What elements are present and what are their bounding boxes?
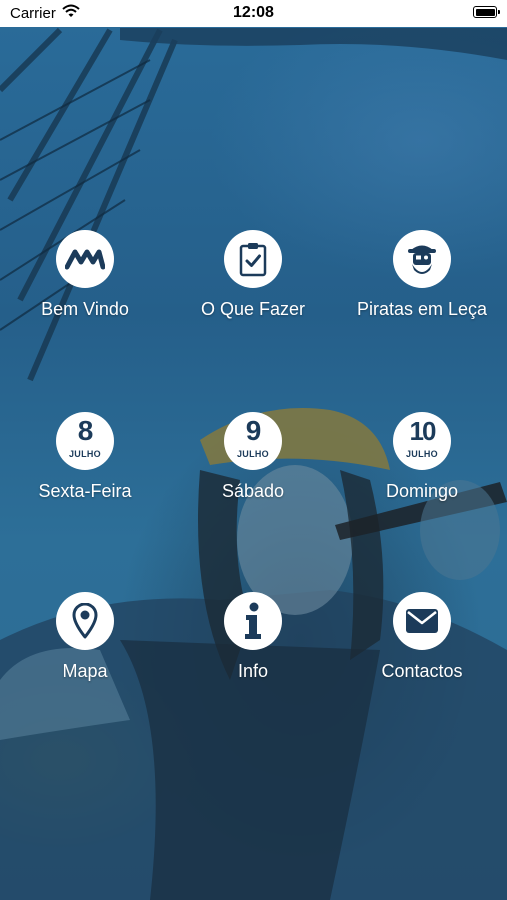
menu-domingo[interactable]: 10 JULHO Domingo — [342, 412, 502, 502]
envelope-icon — [393, 592, 451, 650]
clipboard-check-icon — [224, 230, 282, 288]
menu-contactos[interactable]: Contactos — [342, 592, 502, 682]
day-number: 10 — [409, 416, 437, 446]
clock: 12:08 — [233, 4, 274, 21]
month-label: JULHO — [68, 449, 101, 459]
info-icon — [224, 592, 282, 650]
menu-piratas-em-leca[interactable]: Piratas em Leça — [342, 230, 502, 320]
menu-label: O Que Fazer — [200, 299, 306, 319]
menu-mapa[interactable]: Mapa — [5, 592, 165, 682]
menu-label: Contactos — [381, 661, 463, 681]
menu-sabado[interactable]: 9 JULHO Sábado — [173, 412, 333, 502]
day-number: 9 — [245, 415, 262, 446]
day-number: 8 — [77, 415, 94, 446]
status-bar: Carrier 12:08 — [0, 0, 507, 27]
menu-label: Piratas em Leça — [356, 299, 488, 319]
menu-sexta-feira[interactable]: 8 JULHO Sexta-Feira — [5, 412, 165, 502]
home-screen: Carrier 12:08 Bem Vindo O Que Fazer Pira… — [0, 0, 507, 900]
calendar-day-icon: 9 JULHO — [224, 412, 282, 470]
menu-info[interactable]: Info — [173, 592, 333, 682]
menu-bem-vindo[interactable]: Bem Vindo — [5, 230, 165, 320]
calendar-day-icon: 8 JULHO — [56, 412, 114, 470]
calendar-day-icon: 10 JULHO — [393, 412, 451, 470]
month-label: JULHO — [236, 449, 269, 459]
pirate-head-icon — [393, 230, 451, 288]
menu-label: Sábado — [221, 481, 285, 501]
mm-logo-icon — [56, 230, 114, 288]
menu-label: Info — [237, 661, 269, 681]
menu-label: Bem Vindo — [41, 299, 129, 319]
map-pin-icon — [56, 592, 114, 650]
menu-label: Mapa — [62, 661, 108, 681]
menu-label: Sexta-Feira — [38, 481, 132, 501]
battery-icon — [473, 6, 500, 18]
menu-o-que-fazer[interactable]: O Que Fazer — [173, 230, 333, 320]
month-label: JULHO — [405, 449, 438, 459]
menu-label: Domingo — [385, 481, 459, 501]
